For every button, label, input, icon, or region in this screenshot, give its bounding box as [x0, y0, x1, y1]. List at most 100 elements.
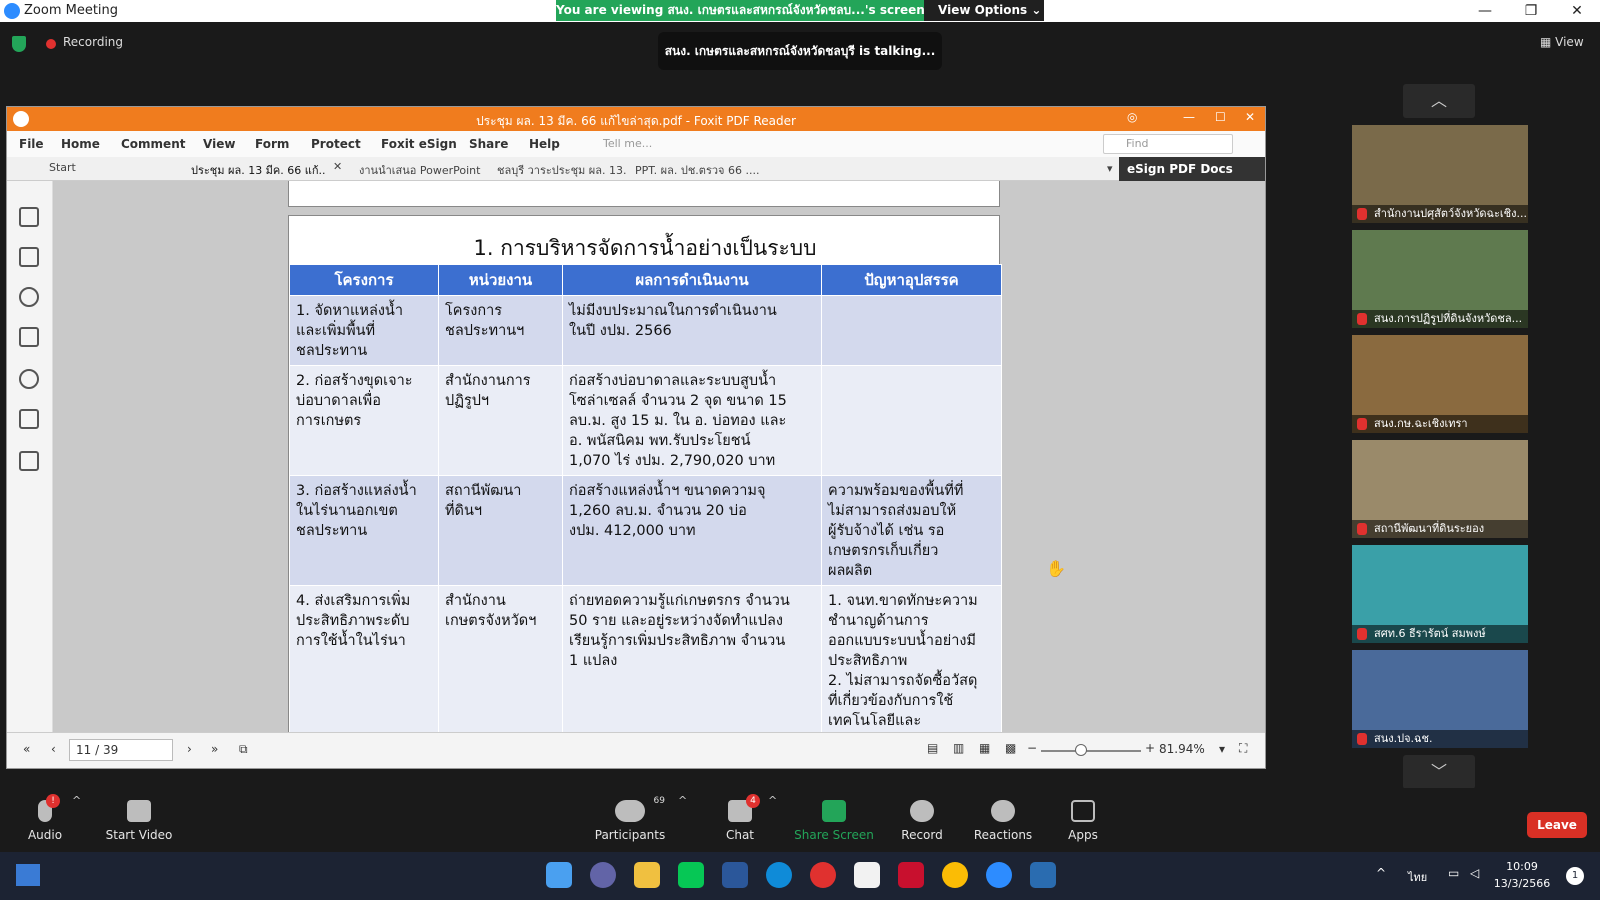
chat-options-caret[interactable]: ^	[768, 794, 777, 807]
close-button[interactable]: ✕	[1554, 0, 1600, 22]
participant-tile[interactable]: สนง.ปจ.ฉช.	[1352, 650, 1528, 748]
zoom-in-icon[interactable]: +	[1145, 741, 1155, 755]
menu-comment[interactable]: Comment	[121, 137, 185, 151]
language-indicator[interactable]: ไทย	[1408, 868, 1427, 886]
clock-date: 13/3/2566	[1493, 877, 1551, 890]
participant-tile[interactable]: สนง.การปฏิรูปที่ดินจังหวัดชล...	[1352, 230, 1528, 328]
tab-start[interactable]: Start	[49, 161, 169, 174]
view-options-button[interactable]: View Options ⌄	[924, 0, 1044, 21]
word-icon[interactable]	[722, 862, 748, 888]
find-input[interactable]: Find	[1103, 134, 1233, 154]
next-page-icon[interactable]: ›	[187, 742, 192, 756]
menu-share[interactable]: Share	[469, 137, 508, 151]
scroll-up-button[interactable]: ︿	[1403, 84, 1475, 118]
continuous-icon[interactable]: ▥	[953, 741, 964, 755]
recording-label[interactable]: Recording	[63, 35, 123, 49]
pdf-canvas[interactable]: 1. การบริหารจัดการน้ำอย่างเป็นระบบ โครงก…	[54, 181, 1265, 732]
record-button[interactable]: Record	[877, 788, 967, 842]
menu-protect[interactable]: Protect	[311, 137, 361, 151]
first-page-icon[interactable]: «	[23, 742, 30, 756]
menu-foxit-esign[interactable]: Foxit eSign	[381, 137, 457, 151]
zoom-out-icon[interactable]: −	[1027, 741, 1037, 755]
participants-button[interactable]: 69 Participants	[585, 788, 675, 842]
photos-icon[interactable]	[1030, 862, 1056, 888]
reactions-button[interactable]: Reactions	[958, 788, 1048, 842]
system-clock[interactable]: 10:09 13/3/2566	[1490, 858, 1554, 892]
opera-icon[interactable]	[810, 862, 836, 888]
account-icon[interactable]: ◎	[1127, 110, 1137, 124]
apps-button[interactable]: Apps	[1038, 788, 1128, 842]
view-button[interactable]: ▦ View	[1540, 35, 1584, 49]
pages-icon[interactable]	[19, 247, 39, 267]
continuous-facing-icon[interactable]: ▩	[1005, 741, 1016, 755]
layers-icon[interactable]	[19, 327, 39, 347]
muted-mic-icon	[1357, 418, 1367, 430]
document-icon[interactable]	[854, 862, 880, 888]
tab-ppt[interactable]: PPT. ผล. ปช.ตรวจ 66 ....	[635, 161, 767, 179]
minimize-button[interactable]: —	[1462, 0, 1508, 22]
zoom-slider[interactable]	[1041, 750, 1141, 752]
maximize-button[interactable]: ❐	[1508, 0, 1554, 22]
security-shield-icon[interactable]	[12, 36, 26, 52]
foxit-close-button[interactable]: ✕	[1245, 110, 1255, 124]
menu-file[interactable]: File	[19, 137, 44, 151]
audio-options-caret[interactable]: ^	[72, 794, 81, 807]
tab-agenda[interactable]: ชลบุรี วาระประชุม ผล. 13...	[497, 161, 627, 179]
line-icon[interactable]	[678, 862, 704, 888]
zoom-slider-handle[interactable]	[1075, 744, 1087, 756]
table-row: 4. ส่งเสริมการเพิ่ม ประสิทธิภาพระดับ การใช…	[289, 585, 1002, 732]
previous-page-edge	[288, 181, 1000, 207]
menu-home[interactable]: Home	[61, 137, 100, 151]
single-page-icon[interactable]: ▤	[927, 741, 938, 755]
menu-view[interactable]: View	[203, 137, 235, 151]
previous-page-icon[interactable]: ‹	[51, 742, 56, 756]
security-icon[interactable]	[19, 409, 39, 429]
zoom-dropdown-icon[interactable]: ▾	[1219, 742, 1225, 756]
start-icon[interactable]	[546, 862, 572, 888]
participants-options-caret[interactable]: ^	[678, 794, 687, 807]
start-video-button[interactable]: Start Video	[94, 788, 184, 842]
view-mode-icon[interactable]: ⧉	[239, 742, 248, 757]
foxit-sidebar	[7, 181, 53, 732]
participant-tile[interactable]: สศท.6 ธีรารัตน์ สมพงษ์	[1352, 545, 1528, 643]
tab-active-pdf[interactable]: ประชุม ผล. 13 มีค. 66 แก้...	[191, 161, 326, 179]
share-screen-button[interactable]: Share Screen	[789, 788, 879, 842]
tray-chevron-icon[interactable]: ^	[1376, 866, 1386, 880]
page-number-input[interactable]: 11 / 39	[69, 739, 173, 761]
facing-icon[interactable]: ▦	[979, 741, 990, 755]
fullscreen-icon[interactable]: ⛶	[1239, 741, 1247, 756]
scroll-down-button[interactable]: ﹀	[1403, 755, 1475, 789]
comments-icon[interactable]	[19, 287, 39, 307]
leave-button[interactable]: Leave	[1527, 812, 1587, 838]
attachment-icon[interactable]	[19, 369, 39, 389]
last-page-icon[interactable]: »	[211, 742, 218, 756]
tell-me-input[interactable]: Tell me...	[583, 135, 693, 153]
task-view-icon[interactable]	[16, 864, 40, 886]
chat-label: Chat	[725, 828, 755, 842]
file-explorer-icon[interactable]	[634, 862, 660, 888]
menu-form[interactable]: Form	[255, 137, 289, 151]
teams-icon[interactable]	[590, 862, 616, 888]
bookmark-icon[interactable]	[19, 207, 39, 227]
zoom-level[interactable]: 81.94%	[1159, 742, 1205, 756]
volume-icon[interactable]: ◁	[1470, 866, 1479, 880]
edge-icon[interactable]	[766, 862, 792, 888]
tab-close-icon[interactable]: ✕	[333, 160, 342, 173]
zoom-taskbar-icon[interactable]	[986, 862, 1012, 888]
acrobat-icon[interactable]	[898, 862, 924, 888]
tabs-dropdown-icon[interactable]: ▾	[1107, 162, 1113, 175]
tab-powerpoint[interactable]: งานนำเสนอ PowerPoint	[359, 161, 487, 179]
participant-tile[interactable]: สถานีพัฒนาที่ดินระยอง	[1352, 440, 1528, 538]
chrome-icon[interactable]	[942, 862, 968, 888]
foxit-maximize-button[interactable]: ☐	[1215, 110, 1226, 124]
network-icon[interactable]: ▭	[1448, 866, 1459, 880]
foxit-minimize-button[interactable]: —	[1183, 110, 1195, 124]
table-row: 3. ก่อสร้างแหล่งน้ำ ในไร่นานอกเขต ชลประทาน…	[289, 475, 1002, 586]
signature-icon[interactable]	[19, 451, 39, 471]
notification-count[interactable]: 1	[1566, 867, 1584, 885]
share-screen-icon	[822, 800, 846, 822]
menu-help[interactable]: Help	[529, 137, 560, 151]
participant-tile[interactable]: สนง.กษ.ฉะเชิงเทรา	[1352, 335, 1528, 433]
esign-pdf-docs-button[interactable]: eSign PDF Docs	[1119, 157, 1265, 181]
participant-tile[interactable]: สำนักงานปศุสัตว์จังหวัดฉะเชิง...	[1352, 125, 1528, 223]
